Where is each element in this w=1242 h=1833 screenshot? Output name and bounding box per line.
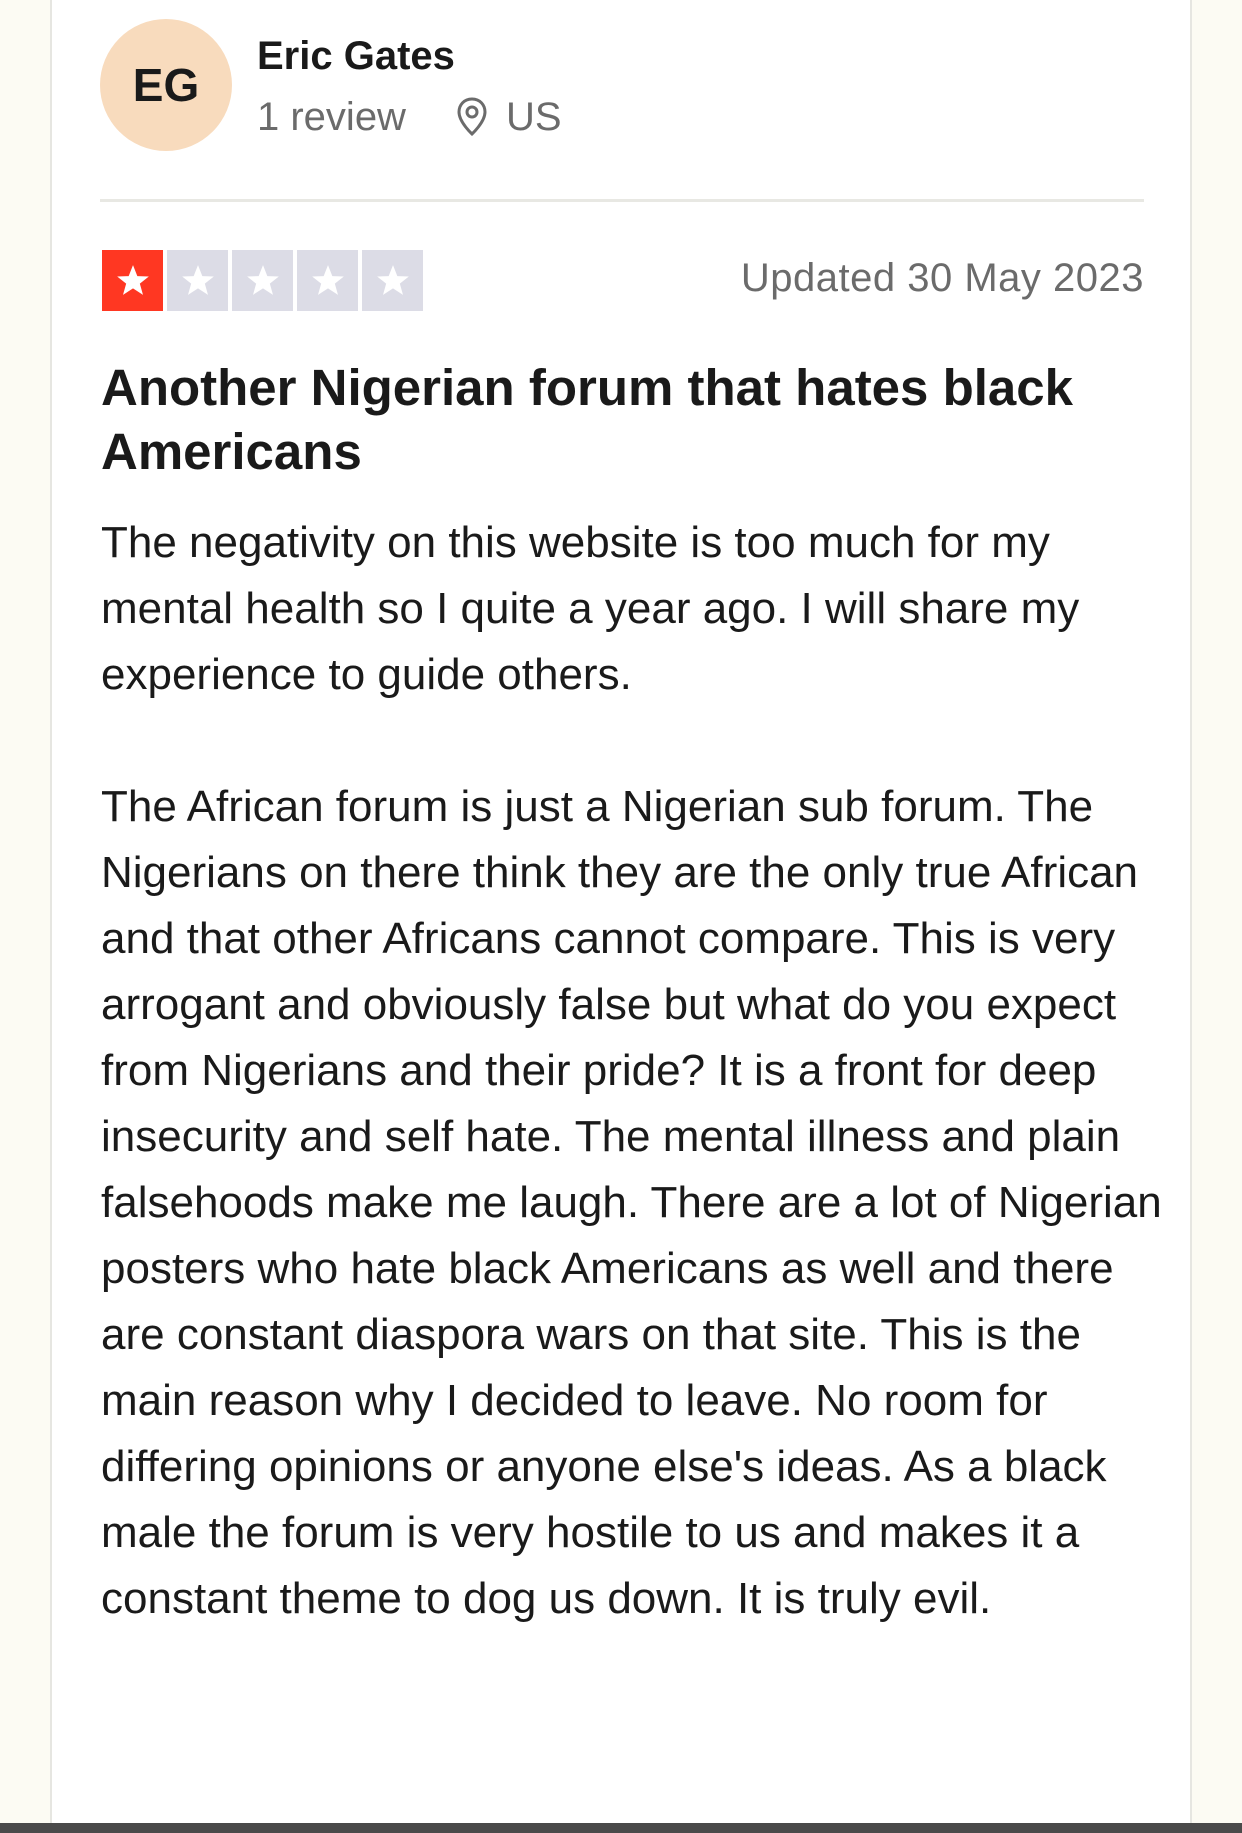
reviewer-meta: 1 review US [257, 95, 562, 140]
star-icon [362, 250, 423, 311]
review-date: Updated 30 May 2023 [740, 256, 1144, 300]
rating-row: Updated 30 May 2023 [102, 250, 1144, 312]
star-rating [102, 250, 427, 311]
avatar[interactable]: EG [100, 19, 232, 151]
star-icon [167, 250, 228, 311]
reviewer-profile[interactable]: EG Eric Gates 1 review US [100, 19, 562, 151]
divider [100, 199, 1144, 202]
reviewer-info: Eric Gates 1 review US [257, 31, 562, 140]
star-icon [102, 250, 163, 311]
reviewer-name[interactable]: Eric Gates [257, 31, 562, 81]
bottom-bar [0, 1823, 1242, 1833]
review-title[interactable]: Another Nigerian forum that hates black … [101, 356, 1151, 484]
avatar-initials: EG [132, 59, 200, 111]
review-paragraph: The African forum is just a Nigerian sub… [101, 782, 1162, 1623]
star-icon [297, 250, 358, 311]
location-pin-icon [456, 97, 488, 137]
review-card: EG Eric Gates 1 review US Updated 30 May… [50, 0, 1192, 1823]
review-body: The negativity on this website is too mu… [101, 510, 1181, 1632]
star-icon [232, 250, 293, 311]
review-paragraph: The negativity on this website is too mu… [101, 518, 1080, 699]
reviewer-country: US [505, 94, 562, 139]
review-count: 1 review [257, 94, 406, 139]
